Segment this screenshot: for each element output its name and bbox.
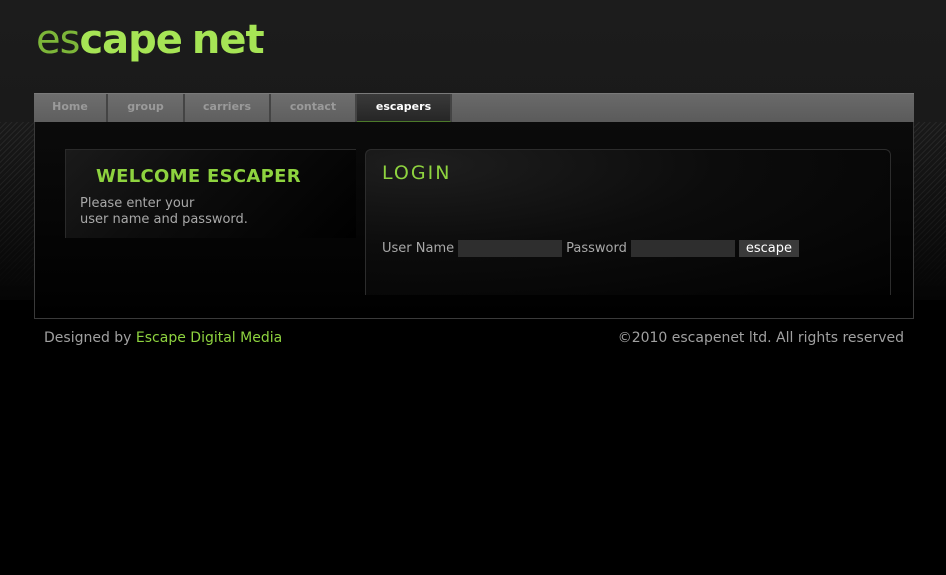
decorative-stripes-left: [0, 122, 35, 292]
page: escape net Home group carriers contact es…: [0, 0, 946, 575]
nav-item-escapers[interactable]: escapers: [357, 94, 452, 123]
login-panel: LOGIN User Name Password escape: [365, 149, 891, 295]
nav-item-carriers[interactable]: carriers: [185, 94, 271, 123]
decorative-stripes-right: [913, 122, 946, 292]
welcome-panel: WELCOME ESCAPER Please enter your user n…: [65, 149, 356, 238]
username-input[interactable]: [458, 240, 563, 257]
logo-part-cape: cape: [79, 17, 182, 63]
welcome-line-2: user name and password.: [80, 212, 248, 227]
password-input[interactable]: [630, 240, 735, 257]
nav-item-contact[interactable]: contact: [271, 94, 357, 123]
welcome-title: WELCOME ESCAPER: [96, 166, 301, 187]
nav-item-home[interactable]: Home: [34, 94, 108, 123]
nav-item-group[interactable]: group: [108, 94, 185, 123]
username-label: User Name: [382, 241, 455, 256]
login-title: LOGIN: [382, 162, 452, 184]
footer-credit: Designed by Escape Digital Media: [44, 330, 282, 346]
footer-designed-by: Designed by: [44, 330, 132, 346]
password-label: Password: [566, 241, 627, 256]
content-frame: WELCOME ESCAPER Please enter your user n…: [34, 122, 914, 319]
footer-copyright: ©2010 escapenet ltd. All rights reserved: [617, 330, 904, 346]
escape-submit-button[interactable]: escape: [738, 240, 799, 257]
login-form: User Name Password escape: [382, 240, 799, 257]
main-nav: Home group carriers contact escapers: [34, 93, 914, 123]
designer-link[interactable]: Escape Digital Media: [136, 330, 282, 346]
logo-part-es: es: [36, 17, 80, 63]
site-logo[interactable]: escape net: [36, 12, 265, 68]
welcome-text: Please enter your user name and password…: [80, 196, 248, 228]
welcome-line-1: Please enter your: [80, 196, 195, 211]
logo-part-net: net: [191, 17, 265, 63]
